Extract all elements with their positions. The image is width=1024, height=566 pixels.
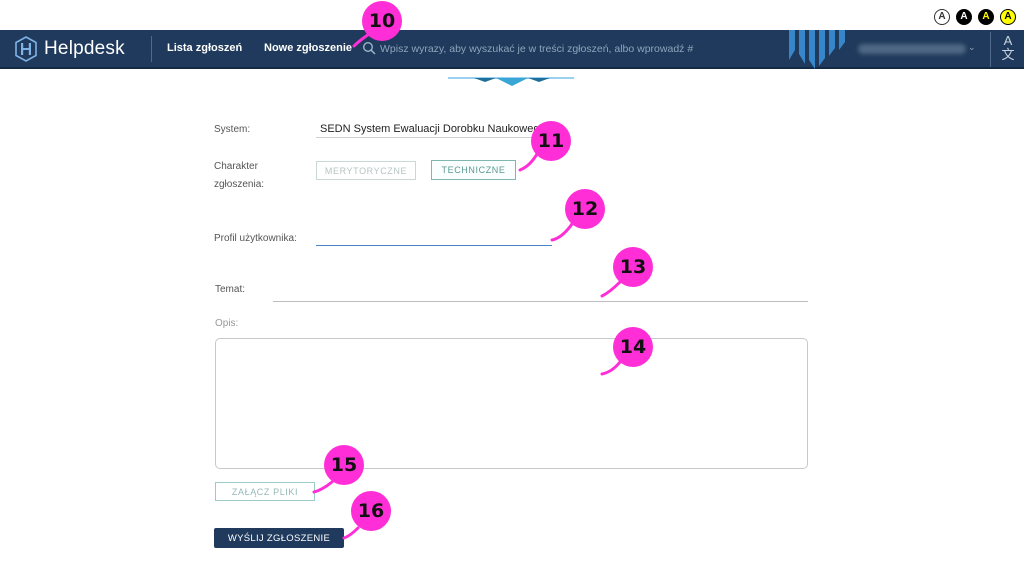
system-value[interactable]: SEDN System Ewaluacji Dorobku Naukowego [320,123,546,135]
annotation-marker-12: 12 [565,189,605,229]
user-account-name[interactable] [858,44,966,54]
nav-link-nowe-zgloszenie[interactable]: Nowe zgłoszenie [264,42,352,54]
annotation-marker-13: 13 [613,247,653,287]
search-input[interactable] [380,38,780,60]
system-label: System: [214,124,251,135]
annotation-marker-14: 14 [613,327,653,367]
brand-title: Helpdesk [44,38,125,59]
contrast-switcher: A A A A [934,9,1016,25]
navbar-divider [151,36,152,62]
helpdesk-logo-icon [15,36,37,62]
charakter-techniczne-button[interactable]: TECHNICZNE [431,160,516,180]
language-translate-icon[interactable]: A文 [1000,34,1016,62]
contrast-black-yellow-button[interactable]: A [978,9,994,25]
brand[interactable]: Helpdesk [14,34,125,64]
annotation-marker-15: 15 [324,445,364,485]
annotation-marker-16: 16 [351,491,391,531]
charakter-label: Charakter zgłoszenia: [214,161,265,190]
attach-files-button[interactable]: ZAŁĄCZ PLIKI [215,482,315,501]
opis-textarea[interactable] [215,338,808,469]
contrast-black-white-button[interactable]: A [956,9,972,25]
nav-link-lista-zgloszen[interactable]: Lista zgłoszeń [167,42,242,54]
profil-input[interactable] [316,228,552,246]
opis-label: Opis: [215,318,239,329]
profil-label: Profil użytkownika: [214,233,297,244]
decorative-arrow-icon [448,77,574,86]
annotation-marker-11: 11 [531,121,571,161]
user-menu-chevron-down-icon[interactable]: ⌄ [968,42,976,53]
contrast-yellow-black-button[interactable]: A [1000,9,1016,25]
navbar-divider-right [990,32,991,67]
contrast-default-button[interactable]: A [934,9,950,25]
temat-input[interactable] [273,284,808,302]
top-navbar: Helpdesk Lista zgłoszeń Nowe zgłoszenie … [0,30,1024,69]
temat-label: Temat: [215,284,246,295]
system-field-underline [316,137,544,138]
charakter-merytoryczne-button[interactable]: MERYTORYCZNE [316,161,416,180]
search-icon[interactable] [362,41,376,55]
decorative-pattern-icon [789,30,845,69]
submit-ticket-button[interactable]: WYŚLIJ ZGŁOSZENIE [214,528,344,548]
annotation-marker-10: 10 [362,1,402,41]
